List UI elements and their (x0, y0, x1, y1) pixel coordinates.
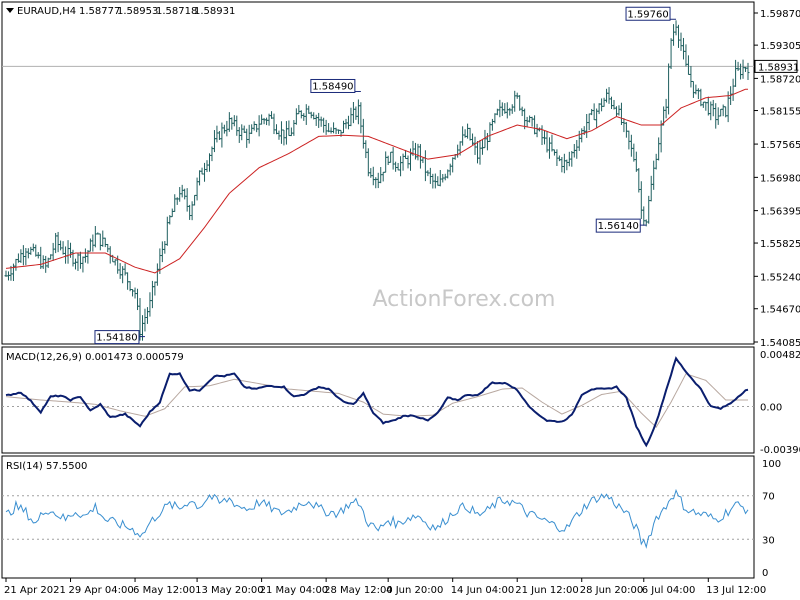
price-annotation: 1.54180 (94, 330, 145, 345)
macd-tick-label: -0.003905 (760, 445, 800, 456)
x-tick-label: 13 Jul 12:00 (706, 585, 766, 596)
ohlc-low: 1.58718 (156, 6, 197, 17)
watermark: ActionForex.com (373, 287, 556, 312)
price-header: EURAUD,H4 1.58777 1.58953 1.58718 1.5893… (6, 6, 235, 17)
current-price-label: 1.58931 (758, 62, 799, 73)
symbol-title: EURAUD,H4 (17, 6, 76, 17)
annotation-label: 1.59760 (627, 9, 668, 20)
price-annotation: 1.56140 (595, 218, 647, 233)
price-tick-label: 1.58720 (760, 74, 800, 85)
price-tick-label: 1.59305 (760, 41, 800, 52)
price-annotation: 1.59760 (625, 6, 677, 21)
x-tick-label: 6 Jul 04:00 (642, 585, 696, 596)
x-tick-label: 14 Jun 04:00 (451, 585, 515, 596)
rsi-panel-frame (1, 455, 755, 579)
ohlc-open: 1.58777 (79, 6, 120, 17)
macd-label: MACD(12,26,9) 0.001473 0.000579 (6, 352, 184, 363)
rsi-tick-label: 70 (762, 492, 775, 503)
watermark-layer: ActionForex.com (373, 287, 556, 312)
rsi-tick-label: 100 (762, 459, 781, 470)
rsi-label: RSI(14) 57.5500 (6, 461, 87, 472)
annotation-label: 1.58490 (312, 81, 353, 92)
price-tick-label: 1.55240 (760, 272, 800, 283)
forex-chart: ActionForex.com 1.54180 1.58490 1.56140 1.5… (1, 1, 800, 596)
price-tick-label: 1.54085 (760, 338, 800, 349)
x-tick-label: 29 Apr 04:00 (69, 585, 134, 596)
price-tick-label: 1.55825 (760, 239, 800, 250)
annotation-label: 1.56140 (598, 221, 639, 232)
x-tick-label: 28 Jun 20:00 (580, 585, 644, 596)
rsi-tick-label: 0 (762, 568, 768, 579)
x-tick-label: 4 Jun 20:00 (386, 585, 443, 596)
x-tick-label: 13 May 20:00 (195, 585, 264, 596)
price-tick-label: 1.56980 (760, 173, 800, 184)
x-tick-label: 28 May 12:00 (324, 585, 393, 596)
price-tick-label: 1.54670 (760, 305, 800, 316)
x-tick-label: 21 Jun 12:00 (515, 585, 579, 596)
price-annotation: 1.58490 (310, 78, 361, 93)
macd-tick-label: 0.00 (760, 402, 782, 413)
annotation-label: 1.54180 (96, 333, 137, 344)
x-tick-label: 21 Apr 2021 (4, 585, 66, 596)
price-tick-label: 1.57565 (760, 140, 800, 151)
ohlc-close: 1.58931 (194, 6, 235, 17)
price-tick-label: 1.59870 (760, 9, 800, 20)
x-tick-label: 21 May 04:00 (260, 585, 329, 596)
macd-tick-label: 0.004821 (760, 350, 800, 361)
rsi-tick-label: 30 (762, 535, 775, 546)
x-tick-label: 6 May 12:00 (133, 585, 195, 596)
price-tick-label: 1.58155 (760, 107, 800, 118)
ohlc-high: 1.58953 (117, 6, 158, 17)
price-tick-label: 1.56395 (760, 207, 800, 218)
